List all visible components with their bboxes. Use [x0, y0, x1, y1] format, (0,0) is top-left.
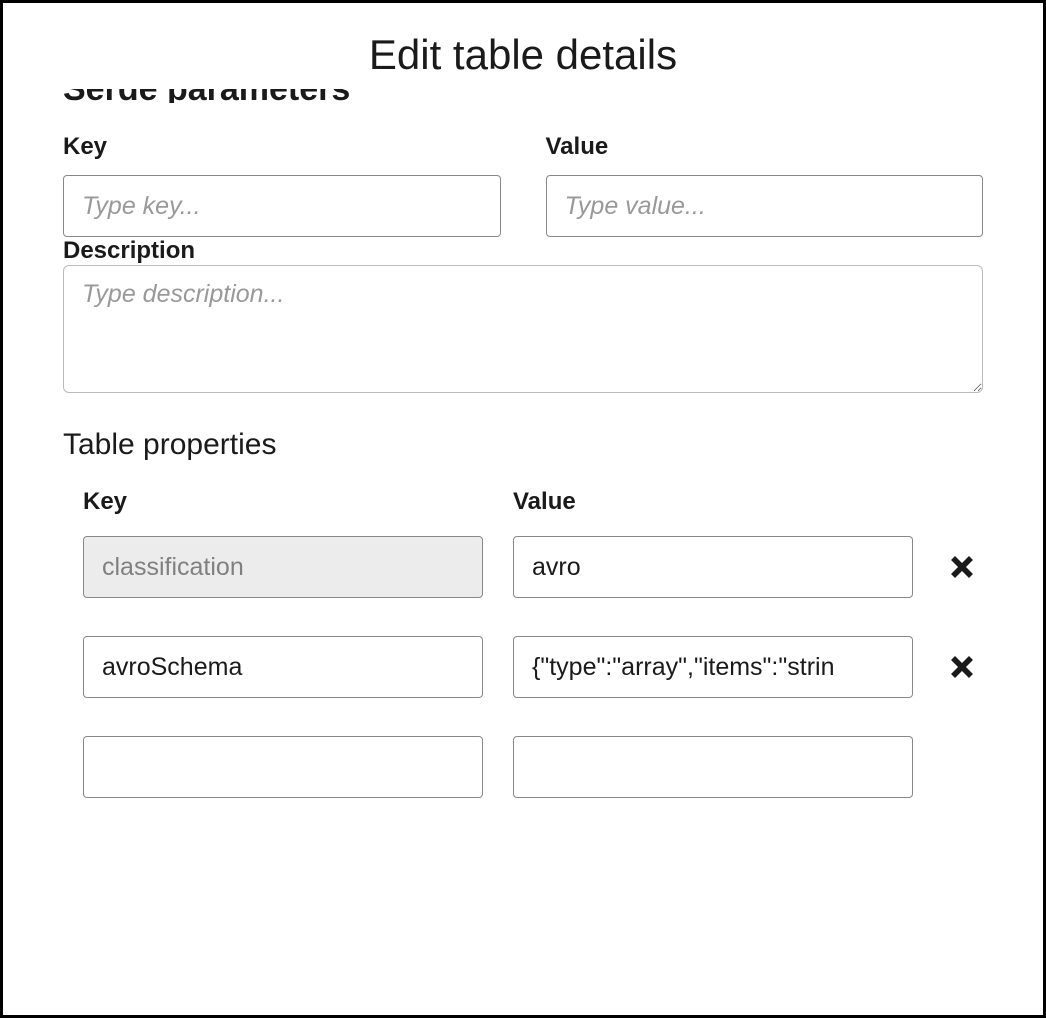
prop-value-input[interactable] [513, 636, 913, 698]
serde-key-input[interactable] [63, 175, 501, 237]
partial-section-heading: Serde parameters [63, 89, 983, 103]
prop-key-input[interactable] [83, 736, 483, 798]
close-icon [947, 652, 977, 682]
table-row [83, 736, 983, 798]
serde-value-input[interactable] [546, 175, 984, 237]
prop-value-input[interactable] [513, 536, 913, 598]
serde-value-label: Value [546, 133, 984, 161]
props-value-header: Value [513, 488, 913, 516]
dialog-title: Edit table details [63, 3, 983, 89]
serde-key-label: Key [63, 133, 501, 161]
prop-key-input[interactable] [83, 636, 483, 698]
props-key-header: Key [83, 488, 483, 516]
prop-value-input[interactable] [513, 736, 913, 798]
prop-key-input[interactable] [83, 536, 483, 598]
table-row [83, 636, 983, 698]
table-properties-heading: Table properties [63, 428, 983, 462]
description-label: Description [63, 237, 195, 264]
table-row [83, 536, 983, 598]
description-textarea[interactable] [63, 265, 983, 393]
delete-row-button[interactable] [943, 648, 981, 686]
close-icon [947, 552, 977, 582]
delete-row-button[interactable] [943, 548, 981, 586]
